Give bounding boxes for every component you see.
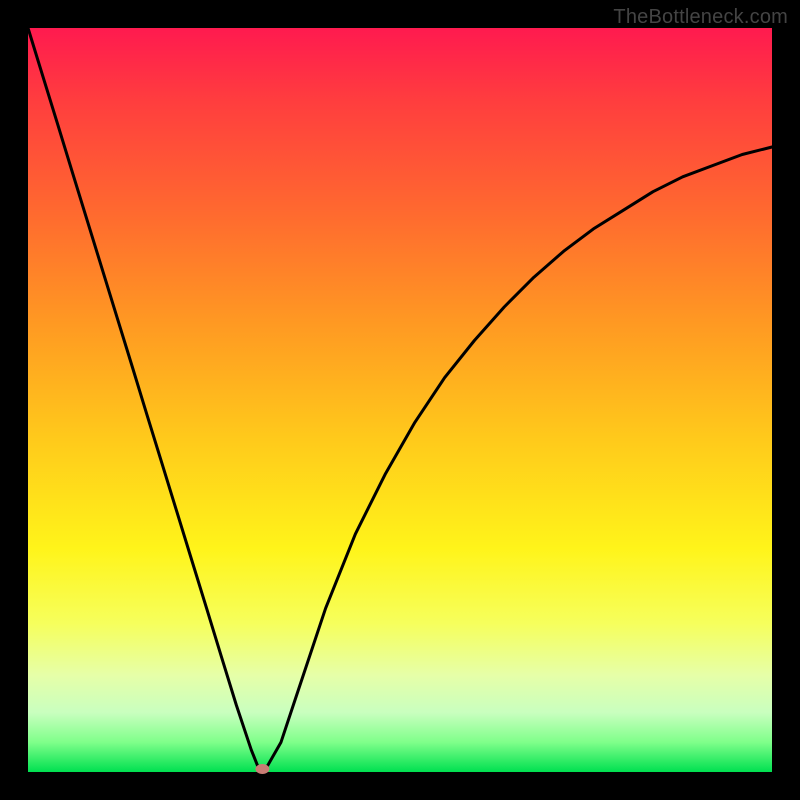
watermark-text: TheBottleneck.com xyxy=(613,6,788,29)
plot-area xyxy=(28,28,772,772)
curve-path xyxy=(28,28,772,772)
bottleneck-curve xyxy=(28,28,772,772)
min-point-marker xyxy=(255,764,269,774)
chart-frame: TheBottleneck.com xyxy=(0,0,800,800)
